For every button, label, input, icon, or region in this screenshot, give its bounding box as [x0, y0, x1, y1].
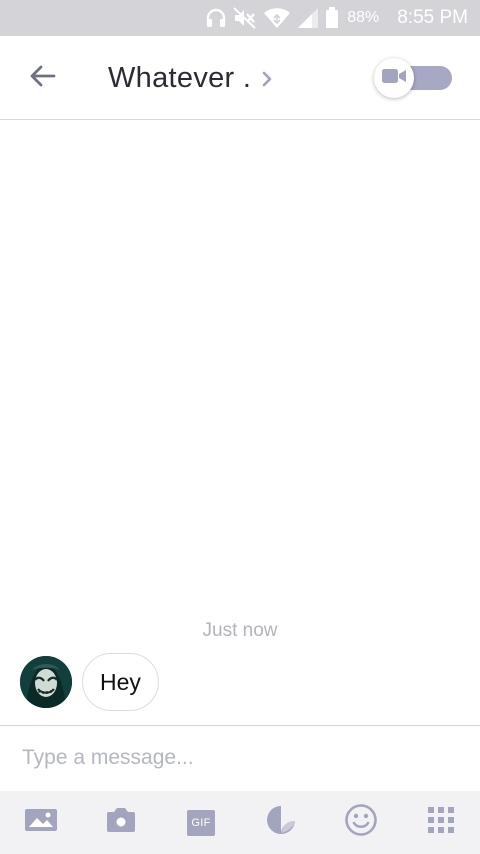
wifi-icon [263, 7, 291, 29]
status-icons: 88% [205, 7, 379, 29]
message-input[interactable] [22, 740, 458, 776]
chat-screen: 88% 8:55 PM Whatever . Just now Hey Type… [0, 0, 480, 854]
status-bar: 88% 8:55 PM [0, 0, 480, 36]
message-row: Hey [20, 652, 159, 712]
gallery-icon [24, 807, 58, 838]
battery-percent: 88% [347, 9, 380, 26]
gallery-button[interactable] [24, 806, 58, 840]
conversation-title-button[interactable]: Whatever . [108, 61, 273, 96]
signal-icon [297, 7, 319, 29]
page-title: Whatever . [108, 62, 252, 94]
camera-icon [105, 806, 137, 839]
video-chat-toggle[interactable] [374, 58, 456, 98]
sticker-button[interactable] [264, 806, 298, 840]
arrow-left-icon [28, 64, 56, 93]
battery-icon [325, 7, 339, 29]
emoji-button[interactable] [344, 803, 378, 842]
camera-button[interactable] [104, 806, 138, 840]
apps-button[interactable] [424, 806, 458, 840]
status-clock: 8:55 PM [397, 7, 468, 28]
contact-avatar[interactable] [20, 656, 72, 708]
apps-grid-icon [428, 807, 454, 838]
emoji-icon [344, 803, 378, 842]
composer [0, 725, 480, 791]
message-timestamp: Just now [202, 620, 278, 641]
chevron-right-icon [261, 63, 273, 96]
sticker-icon [265, 804, 297, 841]
gif-icon: GIF [187, 809, 215, 836]
mute-icon [233, 7, 257, 29]
message-bubble: Hey [82, 653, 159, 711]
video-camera-icon [381, 67, 407, 90]
chat-header: Whatever . [0, 36, 480, 120]
back-button[interactable] [22, 60, 62, 96]
attachment-toolbar: GIF [0, 791, 480, 854]
gif-button[interactable]: GIF [184, 806, 218, 840]
headphones-icon [205, 7, 227, 29]
toggle-knob [374, 58, 414, 98]
